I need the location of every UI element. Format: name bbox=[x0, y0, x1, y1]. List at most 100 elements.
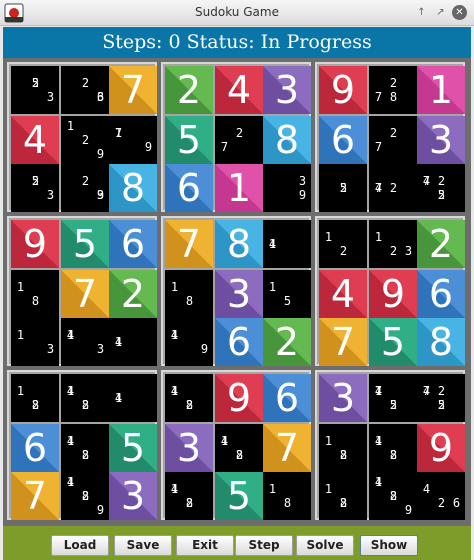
cell-given[interactable]: 4 bbox=[319, 270, 367, 318]
cell-given[interactable]: 3 bbox=[215, 270, 263, 318]
cell-candidates[interactable]: 14/9149 bbox=[165, 318, 213, 366]
cell-given[interactable]: 2 bbox=[263, 318, 311, 366]
cell-candidates[interactable]: 1/28128 bbox=[319, 472, 367, 520]
solve-button[interactable]: Solve bbox=[296, 535, 354, 556]
cell-candidates[interactable]: 1/818 bbox=[11, 270, 59, 318]
cell-candidates[interactable]: 1/2/9129 bbox=[61, 116, 109, 164]
cell-given[interactable]: 3 bbox=[319, 374, 367, 422]
cell-candidates[interactable]: 2/727 bbox=[369, 116, 417, 164]
cell-candidates[interactable]: 25/3253 bbox=[11, 164, 59, 212]
cell-candidates[interactable]: 247/2524725 bbox=[417, 374, 465, 422]
cell-given[interactable]: 6 bbox=[11, 424, 59, 472]
cell-given[interactable]: 5 bbox=[165, 116, 213, 164]
cell-candidates[interactable]: 14/3143 bbox=[61, 318, 109, 366]
cell-given[interactable]: 8 bbox=[109, 164, 157, 212]
cell-candidates[interactable]: 4/26426 bbox=[417, 472, 465, 520]
cell-candidates[interactable]: 1/28128 bbox=[11, 374, 59, 422]
cell-candidates[interactable]: 25/3253 bbox=[11, 66, 59, 114]
load-button[interactable]: Load bbox=[51, 535, 109, 556]
cell-candidates[interactable]: 14/281428 bbox=[215, 424, 263, 472]
cell-candidates[interactable]: 14/281428 bbox=[61, 374, 109, 422]
cell-candidates[interactable]: 2525 bbox=[319, 164, 367, 212]
step-button[interactable]: Step bbox=[235, 535, 293, 556]
cell-candidates[interactable]: 14/281428 bbox=[165, 374, 213, 422]
cell-candidates[interactable]: 3/939 bbox=[263, 164, 311, 212]
cell-given[interactable]: 2 bbox=[165, 66, 213, 114]
cell-given[interactable]: 4 bbox=[215, 66, 263, 114]
minimize-icon[interactable]: ↑ bbox=[414, 5, 429, 20]
cell-candidates[interactable]: 1/818 bbox=[165, 270, 213, 318]
box: 956 1/81872 1/31314/31431414 bbox=[7, 216, 157, 366]
cell-given[interactable]: 6 bbox=[109, 220, 157, 268]
cell-given[interactable]: 8 bbox=[215, 220, 263, 268]
cell-candidates[interactable]: 14/281428 bbox=[61, 424, 109, 472]
cell-given[interactable]: 7 bbox=[263, 424, 311, 472]
cell-candidates[interactable]: 1414 bbox=[109, 374, 157, 422]
cell-candidates[interactable]: 14/281428 bbox=[369, 424, 417, 472]
cell-value: 5 bbox=[226, 474, 252, 518]
cell-candidates[interactable]: 1/23123 bbox=[369, 220, 417, 268]
cell-candidates[interactable]: 247247 bbox=[369, 164, 417, 212]
cell-given[interactable]: 6 bbox=[215, 318, 263, 366]
cell-candidates[interactable]: 1/28128 bbox=[319, 424, 367, 472]
cell-given[interactable]: 9 bbox=[369, 270, 417, 318]
cell-given[interactable]: 9 bbox=[11, 220, 59, 268]
cell-given[interactable]: 3 bbox=[109, 472, 157, 520]
cell-given[interactable]: 1 bbox=[215, 164, 263, 212]
cell-candidates[interactable]: 14/281428 bbox=[165, 472, 213, 520]
box: 781414 1/81831/515 14/914962 bbox=[161, 216, 311, 366]
cell-given[interactable]: 5 bbox=[61, 220, 109, 268]
cell-given[interactable]: 6 bbox=[417, 270, 465, 318]
cell-candidates[interactable]: 14/28/914289 bbox=[61, 472, 109, 520]
cell-given[interactable]: 3 bbox=[417, 116, 465, 164]
cell-candidates[interactable]: 247/2524725 bbox=[417, 164, 465, 212]
candidate-digit: 7 bbox=[422, 384, 431, 398]
cell-given[interactable]: 9 bbox=[215, 374, 263, 422]
cell-given[interactable]: 7 bbox=[319, 318, 367, 366]
cell-candidates[interactable]: 147/2514725 bbox=[369, 374, 417, 422]
cell-candidates[interactable]: 17/9179 bbox=[109, 116, 157, 164]
cell-candidates[interactable]: 2/36236 bbox=[61, 66, 109, 114]
candidate-digit: 4 bbox=[66, 475, 75, 489]
cell-given[interactable]: 6 bbox=[319, 116, 367, 164]
cell-given[interactable]: 7 bbox=[165, 220, 213, 268]
cell-given[interactable]: 6 bbox=[263, 374, 311, 422]
cell-given[interactable]: 2 bbox=[109, 270, 157, 318]
cell-given[interactable]: 3 bbox=[165, 424, 213, 472]
cell-candidates[interactable]: 14/28/914289 bbox=[369, 472, 417, 520]
cell-given[interactable]: 5 bbox=[369, 318, 417, 366]
cell-candidates[interactable]: 1/818 bbox=[263, 472, 311, 520]
cell-candidates[interactable]: 1/515 bbox=[263, 270, 311, 318]
cell-given[interactable]: 3 bbox=[263, 66, 311, 114]
cell-given[interactable]: 5 bbox=[109, 424, 157, 472]
exit-button[interactable]: Exit bbox=[176, 535, 234, 556]
cell-given[interactable]: 4 bbox=[11, 116, 59, 164]
cell-given[interactable]: 9 bbox=[417, 424, 465, 472]
cell-given[interactable]: 5 bbox=[215, 472, 263, 520]
cell-candidates[interactable]: 1414 bbox=[109, 318, 157, 366]
cell-value: 7 bbox=[22, 474, 48, 518]
cell-candidates[interactable]: 2/727 bbox=[215, 116, 263, 164]
close-icon[interactable]: ✕ bbox=[452, 5, 467, 20]
cell-given[interactable]: 6 bbox=[165, 164, 213, 212]
save-button[interactable]: Save bbox=[114, 535, 172, 556]
cell-candidates[interactable]: 2/78278 bbox=[369, 66, 417, 114]
cell-given[interactable]: 8 bbox=[417, 318, 465, 366]
maximize-icon[interactable]: ↗ bbox=[433, 5, 448, 20]
cell-given[interactable]: 9 bbox=[319, 66, 367, 114]
cell-value: 6 bbox=[120, 222, 146, 266]
cell-given[interactable]: 1 bbox=[417, 66, 465, 114]
cell-candidates[interactable]: 1414 bbox=[263, 220, 311, 268]
cell-given[interactable]: 7 bbox=[61, 270, 109, 318]
cell-candidates[interactable]: 2/39239 bbox=[61, 164, 109, 212]
candidate-digit: 9 bbox=[96, 188, 105, 202]
cell-given[interactable]: 7 bbox=[11, 472, 59, 520]
candidate-digit: 9 bbox=[144, 140, 153, 154]
cell-given[interactable]: 2 bbox=[417, 220, 465, 268]
cell-candidates[interactable]: 1/212 bbox=[319, 220, 367, 268]
cell-given[interactable]: 8 bbox=[263, 116, 311, 164]
cell-candidates[interactable]: 1/313 bbox=[11, 318, 59, 366]
cell-value: 4 bbox=[226, 68, 252, 112]
show-button[interactable]: Show bbox=[360, 535, 418, 556]
cell-given[interactable]: 7 bbox=[109, 66, 157, 114]
